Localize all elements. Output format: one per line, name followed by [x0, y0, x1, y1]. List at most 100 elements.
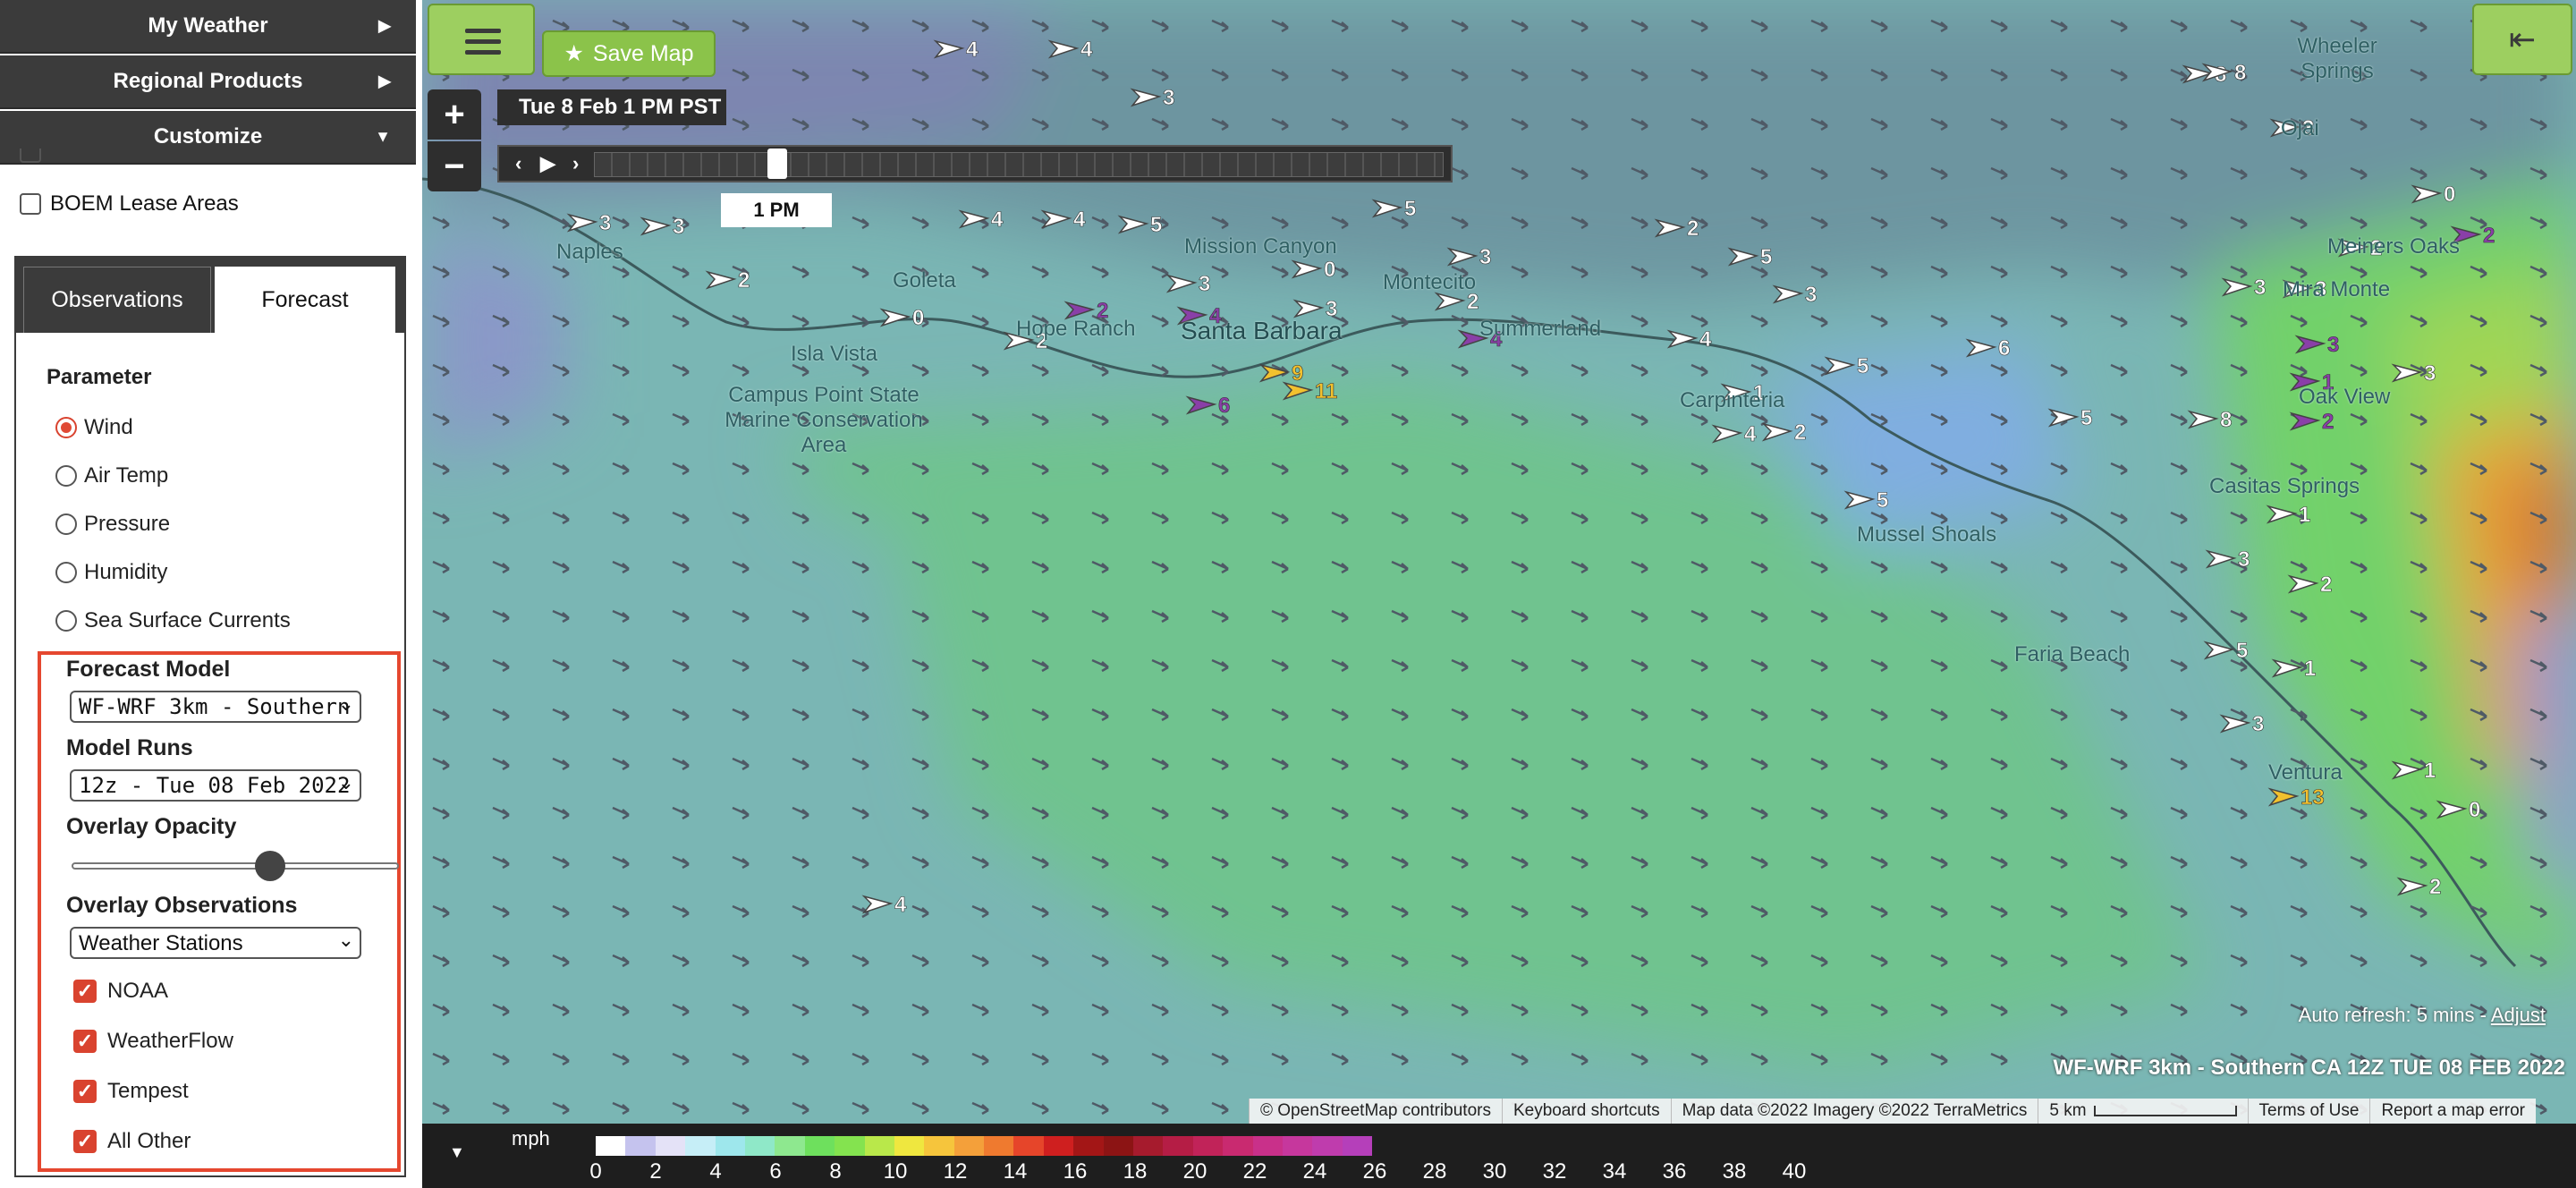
place-ojai: Ojai [2281, 116, 2319, 140]
sidebar: My Weather ▶ Regional Products ▶ Customi… [0, 0, 420, 1188]
legend-tick: 22 [1242, 1159, 1267, 1184]
timeline-track[interactable] [594, 152, 1444, 177]
station-speed-label: 4 [1744, 422, 1757, 446]
zoom-in-button[interactable]: + [428, 89, 481, 140]
boem-lease-areas-label: BOEM Lease Areas [50, 191, 239, 216]
check-label: All Other [107, 1129, 191, 1153]
parameter-option-air-temp[interactable]: Air Temp [55, 463, 168, 488]
scale-bar: 5 km [2038, 1099, 2248, 1124]
legend-swatch [685, 1136, 716, 1156]
station-speed-label: 5 [1150, 213, 1162, 237]
tab-forecast[interactable]: Forecast [215, 267, 395, 333]
place-naples: Naples [556, 240, 623, 264]
map-view[interactable]: 4433344552022433032425369114124565588302… [422, 0, 2576, 1124]
zoom-out-button[interactable]: − [428, 141, 481, 191]
legend-tick: 32 [1542, 1159, 1567, 1184]
legend-swatch [1223, 1136, 1253, 1156]
model-runs-select[interactable]: 12z - Tue 08 Feb 2022 ⌄ [70, 769, 361, 802]
station-speed-label: 5 [2080, 406, 2092, 430]
legend-tick: 26 [1362, 1159, 1387, 1184]
forecast-model-select[interactable]: WF-WRF 3km - Southern CA ⌄ [70, 691, 361, 723]
legend-swatch [1103, 1136, 1134, 1156]
station-speed-label: 2 [738, 268, 750, 293]
legend-swatch [804, 1136, 835, 1156]
timeline-bar[interactable]: ‹ ▶ › [497, 145, 1453, 182]
step-back-icon[interactable]: ‹ [515, 152, 521, 175]
save-map-button[interactable]: ★ Save Map [542, 30, 716, 77]
legend-tick: 34 [1602, 1159, 1627, 1184]
legend-swatch [1163, 1136, 1193, 1156]
checkbox-checked-icon[interactable]: ✓ [73, 980, 97, 1003]
legend-color-bar [596, 1136, 1373, 1156]
auto-refresh-adjust-link[interactable]: Adjust [2491, 1004, 2546, 1026]
place-carpinteria: Carpinteria [1680, 388, 1785, 412]
checkbox-checked-icon[interactable]: ✓ [73, 1080, 97, 1103]
check-tempest[interactable]: ✓ Tempest [73, 1079, 189, 1104]
overlay-opacity-slider[interactable] [72, 851, 399, 881]
parameter-option-sea-surface-currents[interactable]: Sea Surface Currents [55, 608, 291, 633]
check-weatherflow[interactable]: ✓ WeatherFlow [73, 1029, 233, 1054]
station-speed-label: 3 [2327, 333, 2339, 357]
osm-attribution[interactable]: © OpenStreetMap contributors [1249, 1099, 1502, 1124]
station-speed-label: 0 [2444, 182, 2455, 207]
parameter-option-pressure[interactable]: Pressure [55, 512, 170, 537]
legend-swatch [864, 1136, 894, 1156]
station-speed-label: 11 [1315, 379, 1337, 403]
boem-lease-areas-checkbox[interactable] [20, 193, 41, 215]
place-casitas-springs: Casitas Springs [2209, 474, 2360, 498]
check-all-other[interactable]: ✓ All Other [73, 1129, 191, 1154]
legend-unit: mph [512, 1127, 550, 1150]
checkbox-checked-icon[interactable]: ✓ [73, 1030, 97, 1053]
station-speed-label: 3 [2238, 547, 2250, 572]
play-icon[interactable]: ▶ [540, 152, 555, 175]
collapse-arrow-icon: ⇤ [2508, 21, 2537, 57]
overlay-observations-select[interactable]: Weather Stations ⌄ [70, 927, 361, 959]
legend-swatch [1342, 1136, 1373, 1156]
station-speed-label: 13 [2301, 785, 2325, 810]
radio-icon[interactable] [55, 465, 77, 487]
place-santa-barbara: Santa Barbara [1181, 317, 1343, 344]
station-speed-label: 4 [966, 38, 979, 62]
check-noaa[interactable]: ✓ NOAA [73, 979, 168, 1004]
station-speed-label: 2 [2320, 573, 2332, 597]
station-speed-label: 4 [1073, 208, 1086, 232]
station-speed-label: 0 [1324, 258, 1335, 282]
collapse-panel-button[interactable]: ⇤ [2472, 4, 2572, 75]
report-map-error-link[interactable]: Report a map error [2369, 1099, 2536, 1124]
parameter-option-humidity[interactable]: Humidity [55, 560, 167, 585]
accordion-customize[interactable]: Customize ▼ [0, 111, 416, 165]
radio-selected-icon[interactable] [55, 417, 77, 438]
station-speed-label: 3 [673, 215, 684, 239]
layer-checkbox-partial[interactable] [20, 148, 41, 163]
auto-refresh-text: Auto refresh: 5 mins - Adjust [2299, 1004, 2546, 1027]
layer-boem-lease-areas[interactable]: BOEM Lease Areas [20, 191, 239, 216]
menu-button[interactable] [428, 4, 535, 75]
timeline-knob[interactable] [767, 148, 787, 179]
station-speed-label: 2 [1687, 216, 1699, 241]
station-speed-label: 6 [1998, 336, 2010, 361]
step-forward-icon[interactable]: › [572, 152, 579, 175]
station-speed-label: 3 [2252, 712, 2264, 736]
legend-tick: 40 [1782, 1159, 1807, 1184]
parameter-option-wind[interactable]: Wind [55, 415, 133, 440]
caret-down-icon: ▼ [375, 127, 391, 146]
keyboard-shortcuts-link[interactable]: Keyboard shortcuts [1501, 1099, 1671, 1124]
station-speed-label: 1 [2299, 503, 2310, 527]
slider-thumb[interactable] [254, 851, 285, 881]
caret-right-icon: ▶ [378, 72, 391, 90]
checkbox-checked-icon[interactable]: ✓ [73, 1130, 97, 1153]
scale-line [2093, 1105, 2237, 1116]
radio-icon[interactable] [55, 562, 77, 583]
check-label: Tempest [107, 1079, 189, 1103]
radio-icon[interactable] [55, 610, 77, 632]
map-model-title: WF-WRF 3km - Southern CA 12Z TUE 08 FEB … [2053, 1056, 2565, 1080]
terms-link[interactable]: Terms of Use [2247, 1099, 2370, 1124]
radio-icon[interactable] [55, 513, 77, 535]
tab-observations[interactable]: Observations [23, 267, 211, 333]
parameter-title: Parameter [47, 365, 152, 389]
legend-toggle-icon[interactable]: ▼ [449, 1143, 465, 1162]
timeline-time-popup: 1 PM [721, 193, 832, 227]
legend-swatch [1133, 1136, 1164, 1156]
accordion-regional-products[interactable]: Regional Products ▶ [0, 55, 416, 109]
accordion-my-weather[interactable]: My Weather ▶ [0, 0, 416, 54]
